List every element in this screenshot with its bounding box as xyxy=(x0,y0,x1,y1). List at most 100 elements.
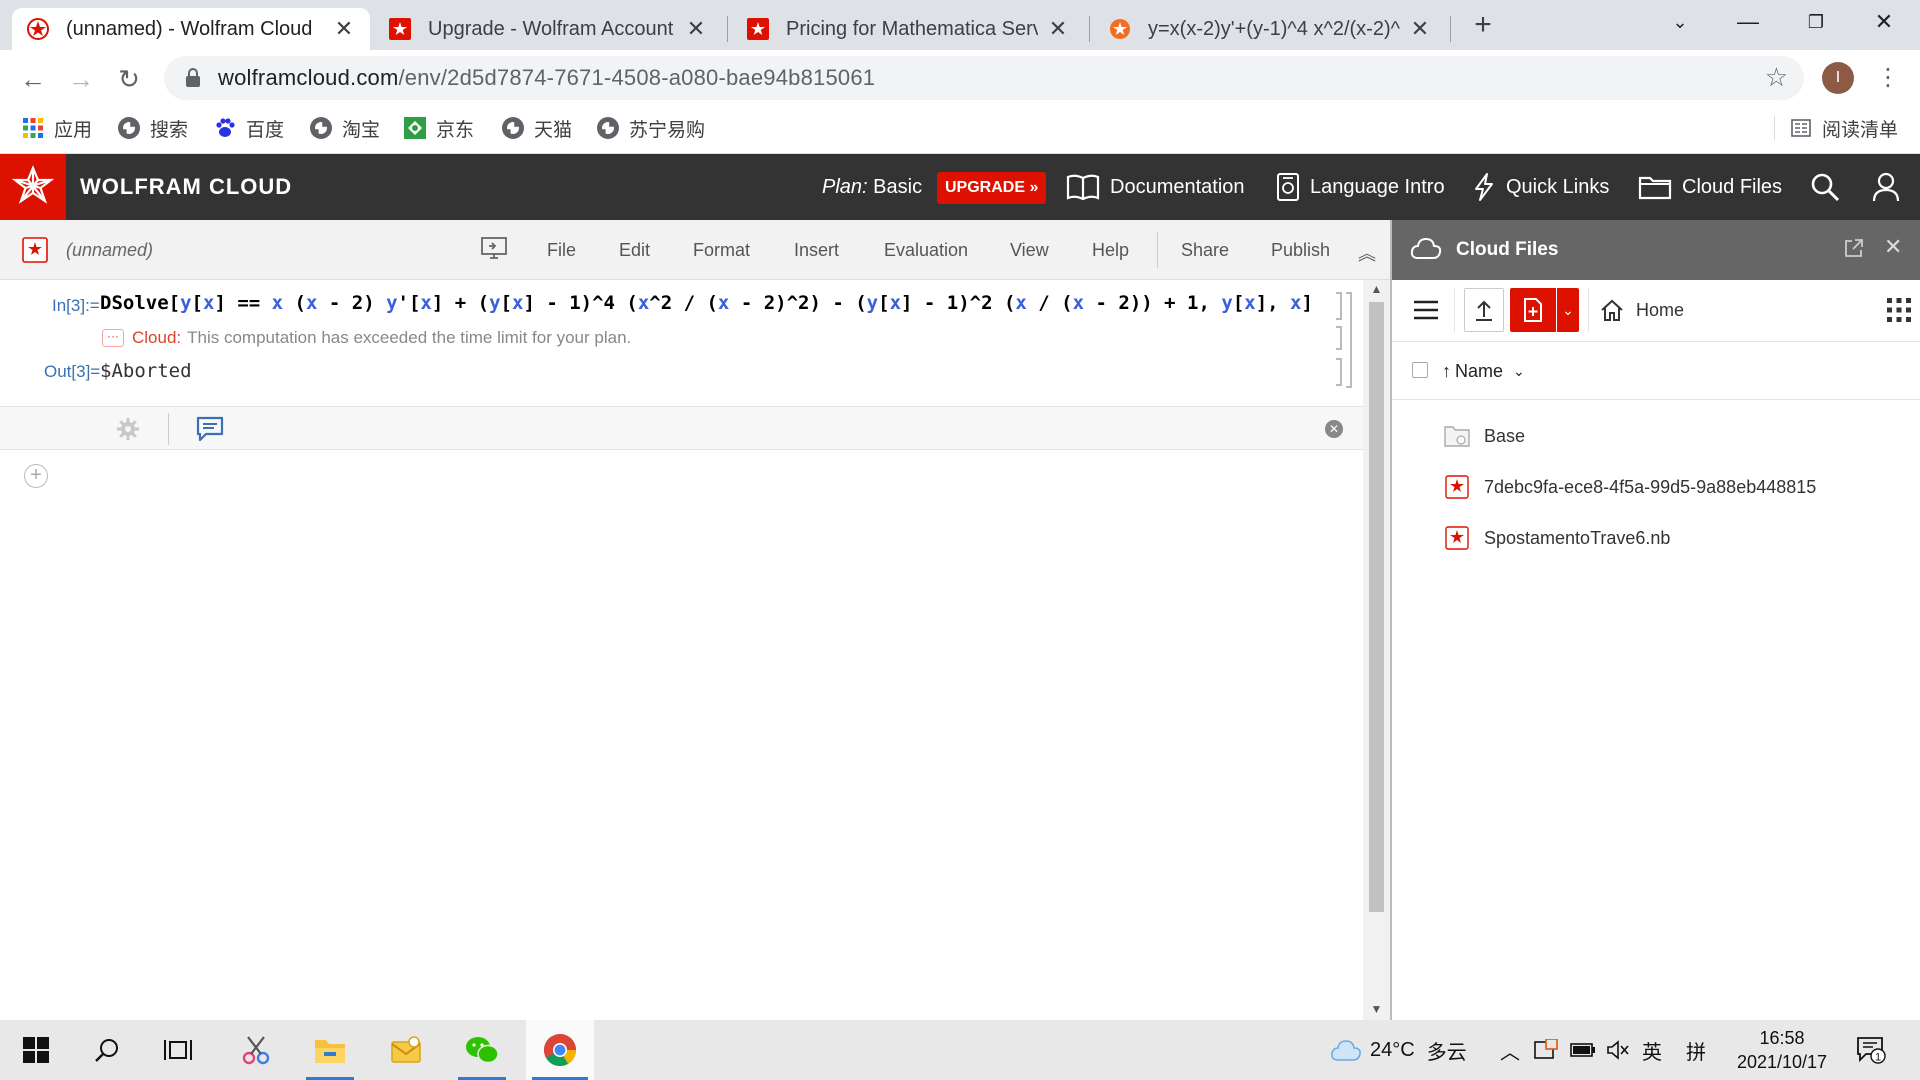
language-intro-link[interactable]: Language Intro xyxy=(1276,154,1445,220)
input-cell-bracket[interactable] xyxy=(1336,292,1342,320)
close-icon[interactable]: ✕ xyxy=(1408,16,1432,42)
search-icon[interactable] xyxy=(78,1020,138,1080)
mail-app-icon[interactable] xyxy=(376,1020,436,1080)
profile-avatar[interactable]: I xyxy=(1822,62,1854,94)
upload-button[interactable] xyxy=(1464,288,1504,332)
presenter-mode-icon[interactable] xyxy=(480,236,508,267)
wolfram-logo[interactable] xyxy=(0,154,66,220)
tab-title: (unnamed) - Wolfram Cloud xyxy=(66,17,313,40)
snipping-tool-icon[interactable] xyxy=(226,1020,286,1080)
new-tab-button[interactable]: + xyxy=(1466,8,1500,42)
upgrade-button[interactable]: UPGRADE » xyxy=(937,172,1047,204)
file-item-notebook[interactable]: 7debc9fa-ece8-4f5a-99d5-9a88eb448815 xyxy=(1444,469,1816,505)
restore-button[interactable]: ❐ xyxy=(1786,0,1846,44)
system-clock[interactable]: 16:58 2021/10/17 xyxy=(1722,1026,1842,1074)
ime-language-indicator[interactable]: 英 xyxy=(1642,1020,1662,1080)
close-icon[interactable]: ✕ xyxy=(1884,234,1902,260)
bookmarks-bar xyxy=(0,106,1920,154)
back-button[interactable]: ← xyxy=(16,62,50,96)
bookmark-tmall[interactable]: 天猫 xyxy=(502,112,572,144)
close-icon[interactable]: ✕ xyxy=(1046,16,1070,42)
message-menu-icon[interactable]: ··· xyxy=(102,329,124,347)
show-hidden-icons-chevron-icon[interactable]: ︿ xyxy=(1500,1020,1520,1080)
select-all-checkbox[interactable] xyxy=(1412,362,1428,378)
notebook-content: In[3]:= DSolve[y[x] == x (x - 2) y'[x] +… xyxy=(0,280,1363,1020)
network-icon[interactable] xyxy=(1534,1020,1558,1080)
close-icon[interactable]: ✕ xyxy=(684,16,708,42)
start-windows-icon[interactable] xyxy=(6,1020,66,1080)
bookmark-search[interactable]: 搜索 xyxy=(118,112,188,144)
url-text[interactable]: wolframcloud.com/env/2d5d7874-7671-4508-… xyxy=(218,65,875,91)
menu-edit[interactable]: Edit xyxy=(619,220,650,280)
scroll-down-icon[interactable]: ▼ xyxy=(1363,1002,1390,1016)
menu-insert[interactable]: Insert xyxy=(794,220,839,280)
ime-mode-indicator[interactable]: 拼 xyxy=(1686,1020,1706,1080)
bookmark-suning[interactable]: 苏宁易购 xyxy=(597,112,705,144)
bookmark-star-icon[interactable]: ☆ xyxy=(1765,62,1788,93)
documentation-link[interactable]: Documentation xyxy=(1066,154,1245,220)
file-item-notebook[interactable]: SpostamentoTrave6.nb xyxy=(1444,520,1670,556)
forward-button[interactable]: → xyxy=(64,62,98,96)
close-icon[interactable]: ✕ xyxy=(332,16,356,42)
battery-icon[interactable] xyxy=(1570,1020,1596,1080)
weather-widget[interactable]: 24°C 多云 xyxy=(1330,1020,1467,1080)
notebook-scrollbar[interactable]: ▲ ▼ xyxy=(1363,280,1390,1020)
home-breadcrumb[interactable]: Home xyxy=(1600,288,1720,332)
tab-pricing[interactable]: Pricing for Mathematica Servic ✕ xyxy=(732,8,1084,50)
quick-links-link[interactable]: Quick Links xyxy=(1472,154,1609,220)
bookmark-jd[interactable]: 京东 xyxy=(404,112,474,144)
address-bar[interactable]: wolframcloud.com/env/2d5d7874-7671-4508-… xyxy=(164,56,1804,100)
close-window-button[interactable]: ✕ xyxy=(1854,0,1914,44)
tab-wolfram-cloud[interactable]: (unnamed) - Wolfram Cloud ✕ xyxy=(12,8,370,50)
message-text: This computation has exceeded the time l… xyxy=(187,328,632,347)
output-cell-bracket[interactable] xyxy=(1336,358,1342,386)
task-view-icon[interactable] xyxy=(148,1020,208,1080)
svg-text:1: 1 xyxy=(1875,1052,1881,1064)
tab-search-chevron-icon[interactable]: ⌄ xyxy=(1650,0,1710,44)
tab-wolfram-alpha[interactable]: y=x(x-2)y'+(y-1)^4 x^2/(x-2)^ ✕ xyxy=(1094,8,1446,50)
wechat-icon[interactable] xyxy=(452,1020,512,1080)
search-icon[interactable] xyxy=(1810,154,1840,220)
reading-list[interactable]: 阅读清单 xyxy=(1790,112,1898,144)
comment-icon[interactable] xyxy=(196,416,224,447)
add-cell-button[interactable]: + xyxy=(24,464,48,488)
menu-view[interactable]: View xyxy=(1010,220,1049,280)
reload-button[interactable]: ↻ xyxy=(112,62,146,96)
file-explorer-icon[interactable] xyxy=(300,1020,360,1080)
chrome-menu-icon[interactable]: ⋮ xyxy=(1876,60,1900,96)
cloud-files-link[interactable]: Cloud Files xyxy=(1638,154,1782,220)
notebook-file-icon xyxy=(1444,474,1470,500)
bookmark-baidu[interactable]: 百度 xyxy=(214,112,284,144)
hamburger-menu-icon[interactable] xyxy=(1406,288,1446,332)
minimize-button[interactable]: — xyxy=(1718,0,1778,44)
file-item-folder[interactable]: Base xyxy=(1444,418,1525,454)
menu-publish[interactable]: Publish xyxy=(1271,220,1330,280)
group-cell-bracket[interactable] xyxy=(1346,292,1352,388)
notebook-name[interactable]: (unnamed) xyxy=(66,220,153,280)
sort-by-name[interactable]: ↑ Name ⌄ xyxy=(1442,342,1525,400)
menu-share[interactable]: Share xyxy=(1181,220,1229,280)
gear-icon[interactable] xyxy=(116,417,140,446)
close-icon[interactable]: ✕ xyxy=(1325,420,1343,438)
scrollbar-thumb[interactable] xyxy=(1369,302,1384,912)
user-icon[interactable] xyxy=(1872,154,1900,220)
menu-help[interactable]: Help xyxy=(1092,220,1129,280)
new-dropdown-chevron-icon[interactable]: ⌄ xyxy=(1557,288,1579,332)
collapse-toolbar-icon[interactable]: ︽ xyxy=(1358,240,1376,266)
grid-view-icon[interactable] xyxy=(1886,288,1912,332)
menu-evaluation[interactable]: Evaluation xyxy=(884,220,968,280)
volume-muted-icon[interactable] xyxy=(1606,1020,1630,1080)
new-notebook-button[interactable] xyxy=(1510,288,1556,332)
notifications-icon[interactable]: 1 xyxy=(1856,1020,1886,1080)
menu-file[interactable]: File xyxy=(547,220,576,280)
message-cell-bracket[interactable] xyxy=(1336,326,1342,350)
scroll-up-icon[interactable]: ▲ xyxy=(1363,282,1390,296)
bookmark-taobao[interactable]: 淘宝 xyxy=(310,112,380,144)
bookmark-apps[interactable]: 应用 xyxy=(22,112,92,144)
input-cell[interactable]: DSolve[y[x] == x (x - 2) y'[x] + (y[x] -… xyxy=(100,292,1313,314)
cloud-files-panel: Cloud Files ✕ ⌄ Home ↑ Name ⌄ Base 7debc… xyxy=(1390,220,1920,1020)
chrome-icon[interactable] xyxy=(526,1020,594,1080)
menu-format[interactable]: Format xyxy=(693,220,750,280)
tab-upgrade-account[interactable]: Upgrade - Wolfram Account ✕ xyxy=(374,8,722,50)
popout-icon[interactable] xyxy=(1844,238,1864,263)
